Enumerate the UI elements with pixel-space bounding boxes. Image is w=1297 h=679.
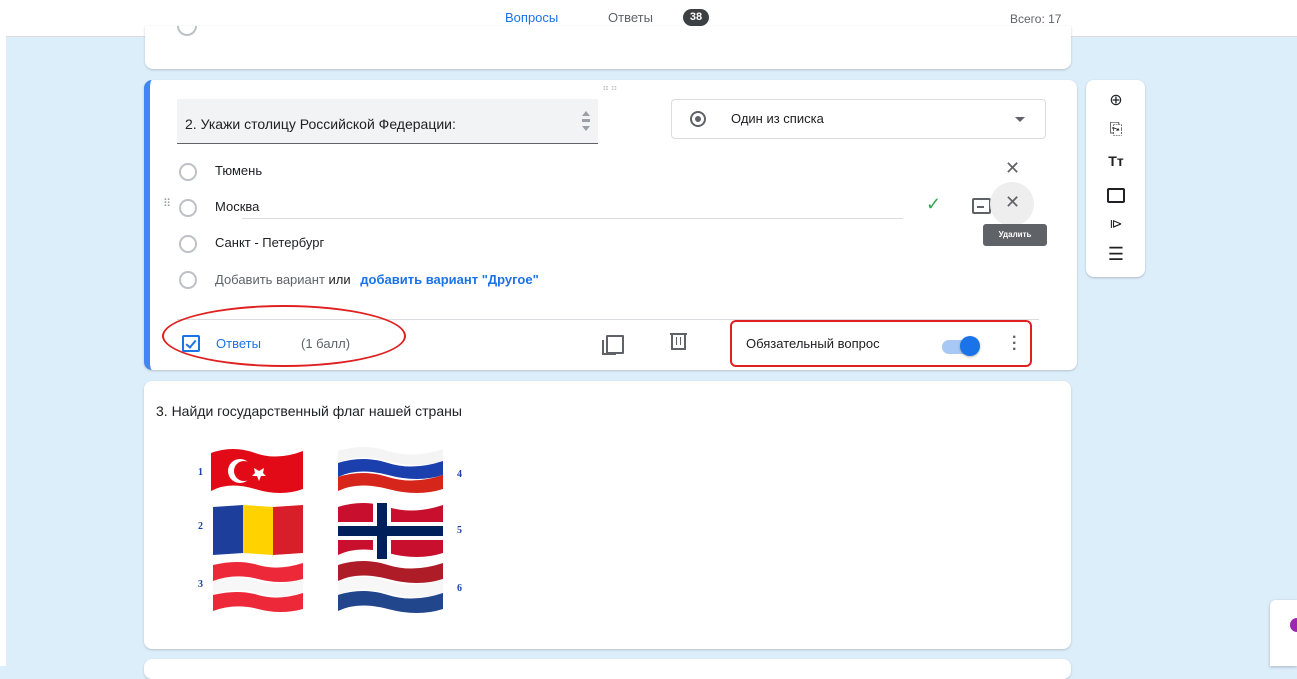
- scroll-thumb[interactable]: [582, 119, 590, 122]
- next-question-card[interactable]: [144, 659, 1071, 679]
- flags-image: 1 2 3 4 5 6: [198, 447, 462, 613]
- radio-option-fragment: [177, 26, 197, 36]
- drag-handle-icon[interactable]: ⠶⠶: [602, 83, 619, 94]
- question-card-3[interactable]: 3. Найди государственный флаг нашей стра…: [144, 381, 1071, 649]
- scroll-down-icon[interactable]: [582, 126, 590, 131]
- add-image-icon[interactable]: [1107, 188, 1125, 203]
- add-option-line: Добавить вариант или добавить вариант "Д…: [215, 272, 539, 287]
- option-input-underline: [242, 218, 903, 219]
- question-type-select[interactable]: Один из списка: [671, 99, 1046, 139]
- answers-count-badge: 38: [683, 9, 709, 26]
- tab-questions[interactable]: Вопросы: [505, 10, 558, 25]
- question-card-2[interactable]: ⠶⠶ 2. Укажи столицу Российской Федерации…: [144, 80, 1077, 370]
- flag-number: 3: [198, 579, 203, 590]
- required-label: Обязательный вопрос: [746, 336, 880, 351]
- floating-widget[interactable]: [1270, 600, 1297, 666]
- add-video-icon[interactable]: ⧐: [1106, 216, 1126, 232]
- import-questions-icon[interactable]: ⎘: [1106, 121, 1126, 139]
- radio-type-icon: [690, 111, 706, 127]
- radio-icon: [179, 235, 197, 253]
- flag-number: 4: [457, 469, 462, 480]
- flag-romania: [213, 505, 303, 555]
- flag-number: 2: [198, 521, 203, 532]
- option-row-active[interactable]: ⠿ Москва ✓ ✕: [163, 182, 1057, 226]
- highlight-ellipse: [162, 305, 406, 367]
- add-title-icon[interactable]: Tт: [1106, 153, 1126, 169]
- delete-option-button[interactable]: ✕: [990, 182, 1034, 226]
- option-row[interactable]: Санкт - Петербург: [177, 230, 1057, 258]
- flag-russia: [338, 447, 443, 493]
- total-points: Всего: 17: [1010, 12, 1062, 26]
- or-text: или: [328, 272, 351, 287]
- flag-norway: [338, 503, 443, 559]
- chevron-down-icon: [1015, 117, 1025, 122]
- duplicate-icon[interactable]: [602, 335, 624, 355]
- previous-question-card[interactable]: [145, 26, 1071, 69]
- question-title-field[interactable]: 2. Укажи столицу Российской Федерации:: [177, 99, 598, 144]
- check-icon[interactable]: ✓: [926, 194, 941, 215]
- toggle-knob[interactable]: [960, 336, 980, 356]
- flag-turkey: [211, 449, 303, 493]
- close-icon: ✕: [1005, 192, 1021, 212]
- left-edge: [0, 36, 6, 666]
- side-toolbar: ⊕ ⎘ Tт ⧐ ☰: [1086, 80, 1145, 277]
- question-type-label: Один из списка: [731, 111, 824, 126]
- close-icon[interactable]: ✕: [1005, 158, 1020, 179]
- trash-icon[interactable]: [670, 333, 687, 350]
- add-option-link[interactable]: Добавить вариант: [215, 272, 325, 287]
- delete-tooltip: Удалить: [983, 224, 1047, 246]
- tab-answers[interactable]: Ответы: [608, 10, 653, 25]
- flag-austria: [213, 562, 303, 612]
- add-section-icon[interactable]: ☰: [1106, 244, 1126, 265]
- flag-number: 6: [457, 583, 462, 594]
- flag-number: 5: [457, 525, 462, 536]
- flag-number: 1: [198, 467, 203, 478]
- required-highlight-box: Обязательный вопрос · · ·: [730, 320, 1032, 367]
- question-title-text: 2. Укажи столицу Российской Федерации:: [185, 116, 456, 132]
- radio-icon: [179, 163, 197, 181]
- add-question-icon[interactable]: ⊕: [1106, 90, 1126, 110]
- scroll-up-icon[interactable]: [582, 111, 590, 116]
- radio-icon: [179, 271, 197, 289]
- image-icon[interactable]: [972, 198, 991, 214]
- option-label[interactable]: Тюмень: [215, 163, 262, 178]
- option-label[interactable]: Москва: [215, 199, 259, 214]
- question-title-text: 3. Найди государственный флаг нашей стра…: [156, 403, 462, 419]
- flag-netherlands: [338, 561, 443, 613]
- option-row[interactable]: Тюмень ✕: [177, 158, 1057, 186]
- add-other-link[interactable]: добавить вариант "Другое": [360, 272, 538, 287]
- drag-handle-icon[interactable]: ⠿: [163, 197, 171, 210]
- more-vert-icon[interactable]: · · ·: [1012, 330, 1017, 358]
- radio-icon: [179, 199, 197, 217]
- option-label[interactable]: Санкт - Петербург: [215, 235, 324, 250]
